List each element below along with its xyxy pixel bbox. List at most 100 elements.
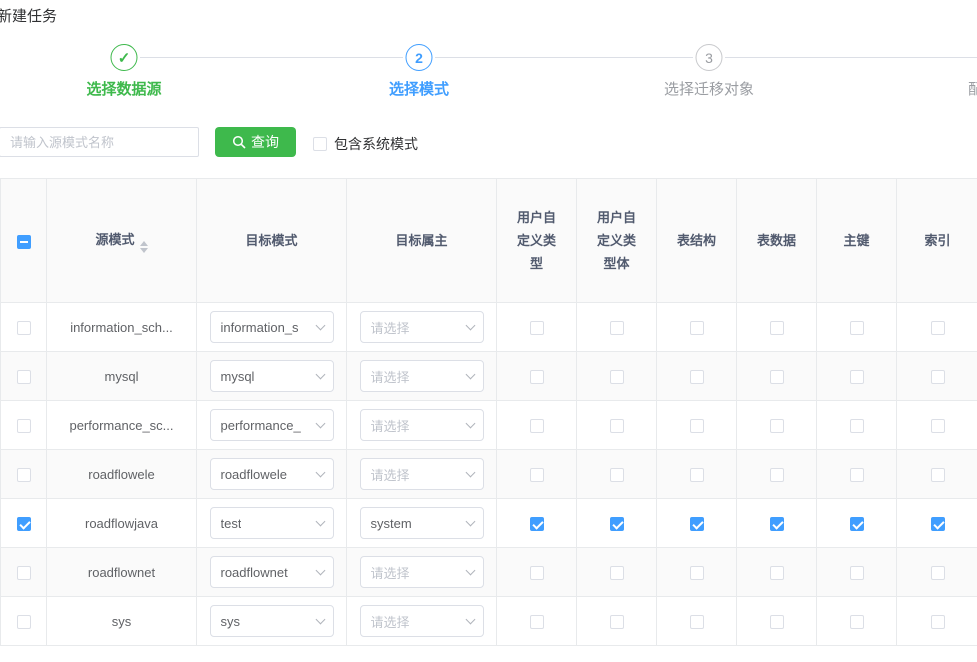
- include-system-option[interactable]: 包含系统模式: [313, 134, 418, 154]
- table-structure-checkbox[interactable]: [690, 370, 704, 384]
- option-cell: [657, 401, 737, 450]
- table-row: roadflowjavatestsystem: [1, 499, 977, 548]
- row-select-checkbox[interactable]: [17, 517, 31, 531]
- target-owner-select[interactable]: 请选择: [360, 409, 484, 441]
- table-structure-checkbox[interactable]: [690, 419, 704, 433]
- udt-checkbox[interactable]: [530, 517, 544, 531]
- table-structure-checkbox[interactable]: [690, 517, 704, 531]
- step-circle-3[interactable]: 3: [696, 44, 723, 71]
- target-mode-cell: information_s: [197, 303, 347, 352]
- index-checkbox[interactable]: [931, 468, 945, 482]
- table-structure-checkbox[interactable]: [690, 321, 704, 335]
- chevron-down-icon: [315, 468, 325, 478]
- target-mode-select[interactable]: sys: [210, 605, 334, 637]
- udt-checkbox[interactable]: [530, 370, 544, 384]
- target-mode-select[interactable]: performance_: [210, 409, 334, 441]
- primary-key-checkbox[interactable]: [850, 419, 864, 433]
- option-cell: [577, 450, 657, 499]
- row-select-checkbox[interactable]: [17, 321, 31, 335]
- target-mode-select[interactable]: mysql: [210, 360, 334, 392]
- source-mode-cell: sys: [47, 597, 197, 646]
- row-select-cell: [1, 548, 47, 597]
- target-mode-select[interactable]: roadflowele: [210, 458, 334, 490]
- query-button-label: 查询: [251, 132, 279, 152]
- col-header: 主键: [817, 179, 897, 303]
- primary-key-checkbox[interactable]: [850, 517, 864, 531]
- udt-checkbox[interactable]: [530, 615, 544, 629]
- select-value: system: [371, 516, 412, 531]
- source-mode-text: sys: [112, 614, 132, 629]
- table-header: 源模式目标模式目标属主用户自定义类型用户自定义类型体表结构表数据主键索引: [1, 179, 977, 303]
- include-system-checkbox[interactable]: [313, 137, 327, 151]
- primary-key-checkbox[interactable]: [850, 468, 864, 482]
- col-header-label: 表结构: [677, 233, 716, 248]
- primary-key-checkbox[interactable]: [850, 321, 864, 335]
- index-checkbox[interactable]: [931, 370, 945, 384]
- target-owner-select[interactable]: 请选择: [360, 556, 484, 588]
- udt-body-checkbox[interactable]: [610, 419, 624, 433]
- udt-body-checkbox[interactable]: [610, 566, 624, 580]
- udt-checkbox[interactable]: [530, 321, 544, 335]
- option-cell: [737, 450, 817, 499]
- table-data-checkbox[interactable]: [770, 419, 784, 433]
- row-select-checkbox[interactable]: [17, 419, 31, 433]
- index-checkbox[interactable]: [931, 566, 945, 580]
- step-label-3: 选择迁移对象: [664, 78, 754, 99]
- udt-body-checkbox[interactable]: [610, 370, 624, 384]
- option-cell: [737, 401, 817, 450]
- udt-checkbox[interactable]: [530, 419, 544, 433]
- col-header: 索引: [897, 179, 977, 303]
- source-mode-cell: roadflownet: [47, 548, 197, 597]
- row-select-checkbox[interactable]: [17, 566, 31, 580]
- sort-icons[interactable]: [140, 241, 148, 253]
- step-circle-1[interactable]: ✓: [111, 44, 138, 71]
- udt-body-checkbox[interactable]: [610, 321, 624, 335]
- chevron-down-icon: [465, 419, 475, 429]
- option-cell: [577, 548, 657, 597]
- udt-body-checkbox[interactable]: [610, 517, 624, 531]
- target-mode-select[interactable]: test: [210, 507, 334, 539]
- target-owner-cell: 请选择: [347, 303, 497, 352]
- step-circle-2[interactable]: 2: [406, 44, 433, 71]
- index-checkbox[interactable]: [931, 517, 945, 531]
- table-structure-checkbox[interactable]: [690, 566, 704, 580]
- table-data-checkbox[interactable]: [770, 517, 784, 531]
- target-owner-select[interactable]: 请选择: [360, 605, 484, 637]
- check-icon: ✓: [118, 49, 131, 67]
- primary-key-checkbox[interactable]: [850, 615, 864, 629]
- select-all-checkbox[interactable]: [17, 235, 31, 249]
- target-owner-select[interactable]: 请选择: [360, 360, 484, 392]
- table-structure-checkbox[interactable]: [690, 615, 704, 629]
- target-mode-select[interactable]: information_s: [210, 311, 334, 343]
- table-data-checkbox[interactable]: [770, 615, 784, 629]
- primary-key-checkbox[interactable]: [850, 566, 864, 580]
- index-checkbox[interactable]: [931, 419, 945, 433]
- row-select-checkbox[interactable]: [17, 370, 31, 384]
- target-owner-select[interactable]: 请选择: [360, 311, 484, 343]
- row-select-checkbox[interactable]: [17, 468, 31, 482]
- index-checkbox[interactable]: [931, 615, 945, 629]
- row-select-checkbox[interactable]: [17, 615, 31, 629]
- chevron-down-icon: [315, 517, 325, 527]
- target-owner-cell: 请选择: [347, 597, 497, 646]
- udt-body-checkbox[interactable]: [610, 615, 624, 629]
- col-header: 用户自定义类型: [497, 179, 577, 303]
- index-checkbox[interactable]: [931, 321, 945, 335]
- udt-checkbox[interactable]: [530, 468, 544, 482]
- target-owner-select[interactable]: system: [360, 507, 484, 539]
- table-data-checkbox[interactable]: [770, 370, 784, 384]
- udt-body-checkbox[interactable]: [610, 468, 624, 482]
- option-cell: [897, 597, 977, 646]
- select-value: roadflownet: [221, 565, 288, 580]
- table-structure-checkbox[interactable]: [690, 468, 704, 482]
- target-owner-select[interactable]: 请选择: [360, 458, 484, 490]
- query-button[interactable]: 查询: [215, 127, 296, 157]
- table-data-checkbox[interactable]: [770, 321, 784, 335]
- source-mode-search-input[interactable]: [0, 127, 199, 157]
- udt-checkbox[interactable]: [530, 566, 544, 580]
- col-header-label: 目标属主: [395, 233, 447, 248]
- table-data-checkbox[interactable]: [770, 468, 784, 482]
- primary-key-checkbox[interactable]: [850, 370, 864, 384]
- table-data-checkbox[interactable]: [770, 566, 784, 580]
- target-mode-select[interactable]: roadflownet: [210, 556, 334, 588]
